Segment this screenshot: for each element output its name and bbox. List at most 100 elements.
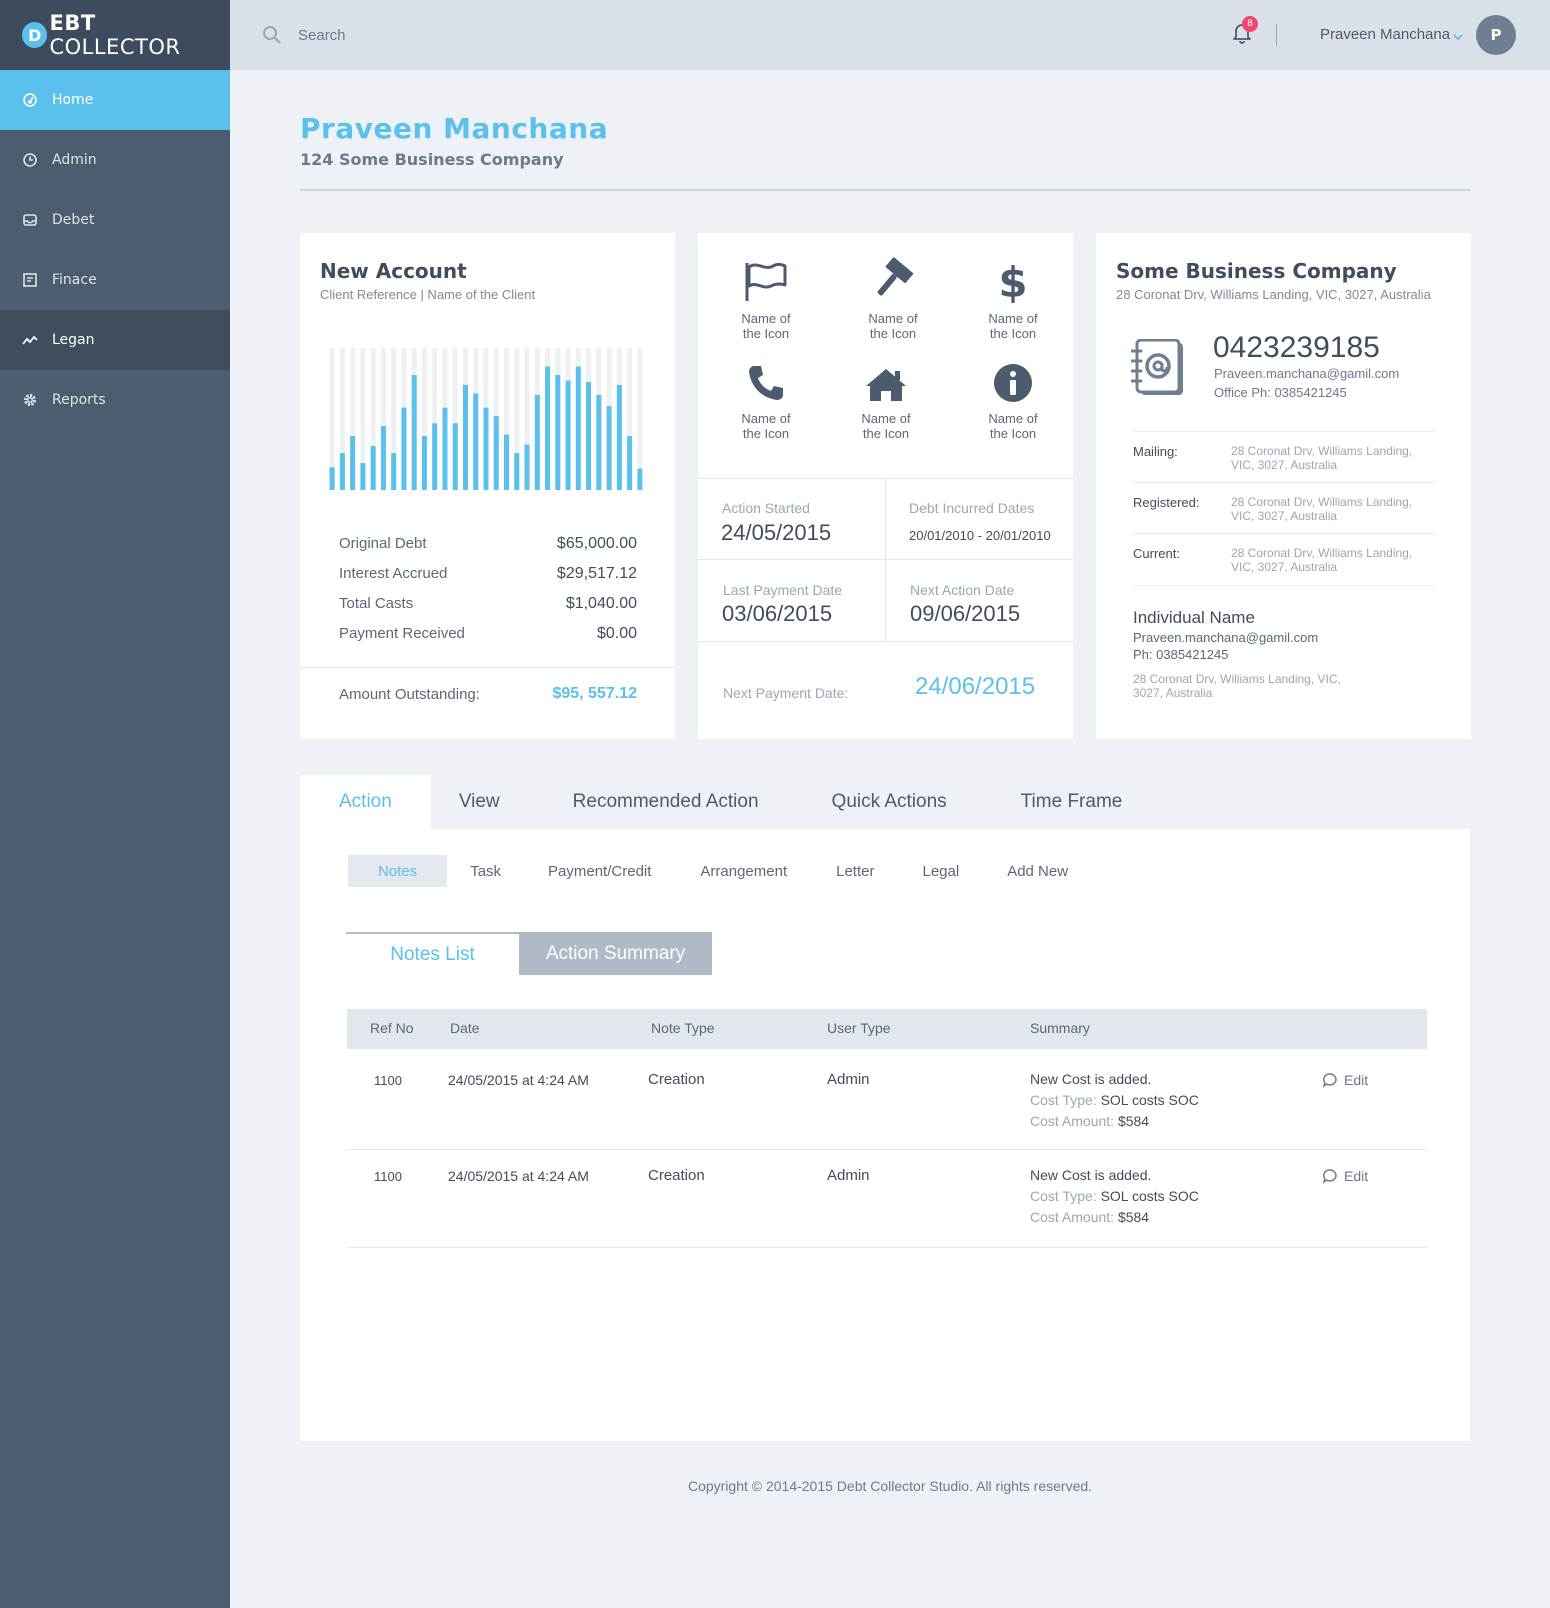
chart-bar xyxy=(514,453,520,490)
sidebar-item-label: Home xyxy=(52,92,94,108)
actions-card: Name of the Icon Name of the Icon $ Name… xyxy=(698,233,1073,739)
cell-user-type: Admin xyxy=(827,1167,870,1184)
row-divider xyxy=(347,1149,1427,1150)
sidebar-item-legan[interactable]: Legan xyxy=(0,310,230,370)
address-value: 28 Coronat Drv, Williams Landing, VIC, 3… xyxy=(1231,444,1413,472)
inbox-icon xyxy=(22,212,38,228)
search-input[interactable] xyxy=(298,26,698,44)
debt-incurred-label: Debt Incurred Dates xyxy=(909,500,1035,516)
sidebar-item-home[interactable]: Home xyxy=(0,70,230,130)
toggle-notes-list[interactable]: Notes List xyxy=(346,932,519,975)
notification-bell[interactable]: 8 xyxy=(1232,16,1258,46)
summary-text: New Cost is added. xyxy=(1030,1071,1152,1087)
action-icon-label: Name of the Icon xyxy=(741,311,791,341)
chart-bar xyxy=(627,436,633,490)
address-value: 28 Coronat Drv, Williams Landing, VIC, 3… xyxy=(1231,495,1413,523)
tab-view[interactable]: View xyxy=(431,775,534,829)
company-email[interactable]: Praveen.manchana@gamil.com xyxy=(1214,366,1399,381)
action-icon-cell[interactable]: Name of the Icon xyxy=(711,353,821,441)
sidebar-item-debet[interactable]: Debet xyxy=(0,190,230,250)
clock-icon xyxy=(22,152,38,168)
action-icon-cell[interactable]: Name of the Icon xyxy=(711,253,821,341)
address-key: Mailing: xyxy=(1133,444,1178,459)
chart-bar xyxy=(586,382,592,490)
subtab-letter[interactable]: Letter xyxy=(812,855,898,887)
address-key: Registered: xyxy=(1133,495,1200,510)
company-office-phone: Office Ph: 0385421245 xyxy=(1214,385,1347,400)
header-divider xyxy=(300,189,1470,191)
cost-type-value: SOL costs SOC xyxy=(1100,1092,1199,1108)
chart-bar xyxy=(442,407,448,490)
subtab-add-new[interactable]: Add New xyxy=(983,855,1092,887)
finance-value: $29,517.12 xyxy=(556,565,637,582)
cell-ref: 1100 xyxy=(374,1169,402,1184)
next-payment-value: 24/06/2015 xyxy=(915,673,1036,700)
finance-row: Total Casts $1,040.00 xyxy=(339,595,637,613)
toggle-action-summary[interactable]: Action Summary xyxy=(519,932,712,975)
action-icon-cell[interactable]: $ Name of the Icon xyxy=(958,253,1068,341)
subtab-arrangement[interactable]: Arrangement xyxy=(675,855,812,887)
sidebar-item-reports[interactable]: Reports xyxy=(0,370,230,430)
action-icon-cell[interactable]: Name of the Icon xyxy=(831,353,941,441)
tab-action[interactable]: Action xyxy=(300,775,431,829)
sidebar-item-label: Reports xyxy=(52,392,106,408)
search-icon[interactable] xyxy=(262,25,282,45)
edit-button[interactable]: Edit xyxy=(1322,1168,1368,1184)
tab-recommended-action[interactable]: Recommended Action xyxy=(534,775,795,829)
cost-amount-value: $584 xyxy=(1117,1209,1150,1225)
brand[interactable]: D EBT COLLECTOR xyxy=(0,0,230,70)
last-payment-label: Last Payment Date xyxy=(723,582,843,598)
outstanding-row: Amount Outstanding: $95, 557.12 xyxy=(339,685,637,703)
edit-button[interactable]: Edit xyxy=(1322,1072,1368,1088)
tab-time-frame[interactable]: Time Frame xyxy=(984,775,1160,829)
dates-divider xyxy=(698,641,1073,642)
sidebar: D EBT COLLECTOR Home Admin Debet Finace … xyxy=(0,0,230,1608)
outstanding-label: Amount Outstanding: xyxy=(339,685,480,703)
address-row-registered: Registered: 28 Coronat Drv, Williams Lan… xyxy=(1133,482,1435,533)
cell-note-type: Creation xyxy=(648,1071,705,1088)
company-phone[interactable]: 0423239185 xyxy=(1213,331,1380,365)
chevron-down-icon[interactable] xyxy=(1452,28,1464,41)
chart-bar xyxy=(616,384,622,490)
individual-address: 28 Coronat Drv, Williams Landing, VIC, 3… xyxy=(1133,672,1341,700)
chart-bar xyxy=(473,393,479,490)
finance-label: Original Debt xyxy=(339,535,427,552)
tab-quick-actions[interactable]: Quick Actions xyxy=(795,775,984,829)
finance-value: $1,040.00 xyxy=(565,595,637,612)
user-menu-name[interactable]: Praveen Manchana xyxy=(1320,26,1450,43)
page-subtitle: 124 Some Business Company xyxy=(300,150,564,169)
chart-bar xyxy=(534,394,540,490)
subtab-task[interactable]: Task xyxy=(447,855,524,887)
chart-bar xyxy=(555,374,561,490)
last-payment-value: 03/06/2015 xyxy=(722,601,833,626)
chart-bar xyxy=(493,416,499,490)
cell-user-type: Admin xyxy=(827,1071,870,1088)
cell-summary: New Cost is added. Cost Type: SOL costs … xyxy=(1030,1165,1199,1228)
sidebar-item-finace[interactable]: Finace xyxy=(0,250,230,310)
address-key: Current: xyxy=(1133,546,1180,561)
avatar[interactable]: P xyxy=(1476,15,1516,55)
cell-date: 24/05/2015 at 4:24 AM xyxy=(448,1072,589,1088)
chart-bar xyxy=(596,394,602,490)
subtab-notes[interactable]: Notes xyxy=(348,855,448,887)
action-icon-cell[interactable]: Name of the Icon xyxy=(958,353,1068,441)
home-icon xyxy=(22,92,38,108)
subtab-legal[interactable]: Legal xyxy=(898,855,983,887)
individual-email[interactable]: Praveen.manchana@gamil.com xyxy=(1133,630,1318,645)
account-card: New Account Client Reference | Name of t… xyxy=(300,233,675,739)
sidebar-item-label: Legan xyxy=(52,332,95,348)
chart-bar xyxy=(637,468,643,490)
subtab-payment-credit[interactable]: Payment/Credit xyxy=(524,855,675,887)
action-icon-label: Name of the Icon xyxy=(988,311,1038,341)
address-row-current: Current: 28 Coronat Drv, Williams Landin… xyxy=(1133,533,1435,584)
chart-bar xyxy=(606,406,612,490)
sidebar-item-admin[interactable]: Admin xyxy=(0,130,230,190)
finance-label: Payment Received xyxy=(339,625,465,642)
action-icon-cell[interactable]: Name of the Icon xyxy=(838,253,948,341)
chart-bar xyxy=(329,467,335,490)
comment-icon xyxy=(1322,1169,1337,1184)
action-started-label: Action Started xyxy=(722,500,810,516)
action-started-value: 24/05/2015 xyxy=(721,520,832,545)
column-header-user-type: User Type xyxy=(827,1020,891,1036)
trend-icon xyxy=(22,332,38,348)
